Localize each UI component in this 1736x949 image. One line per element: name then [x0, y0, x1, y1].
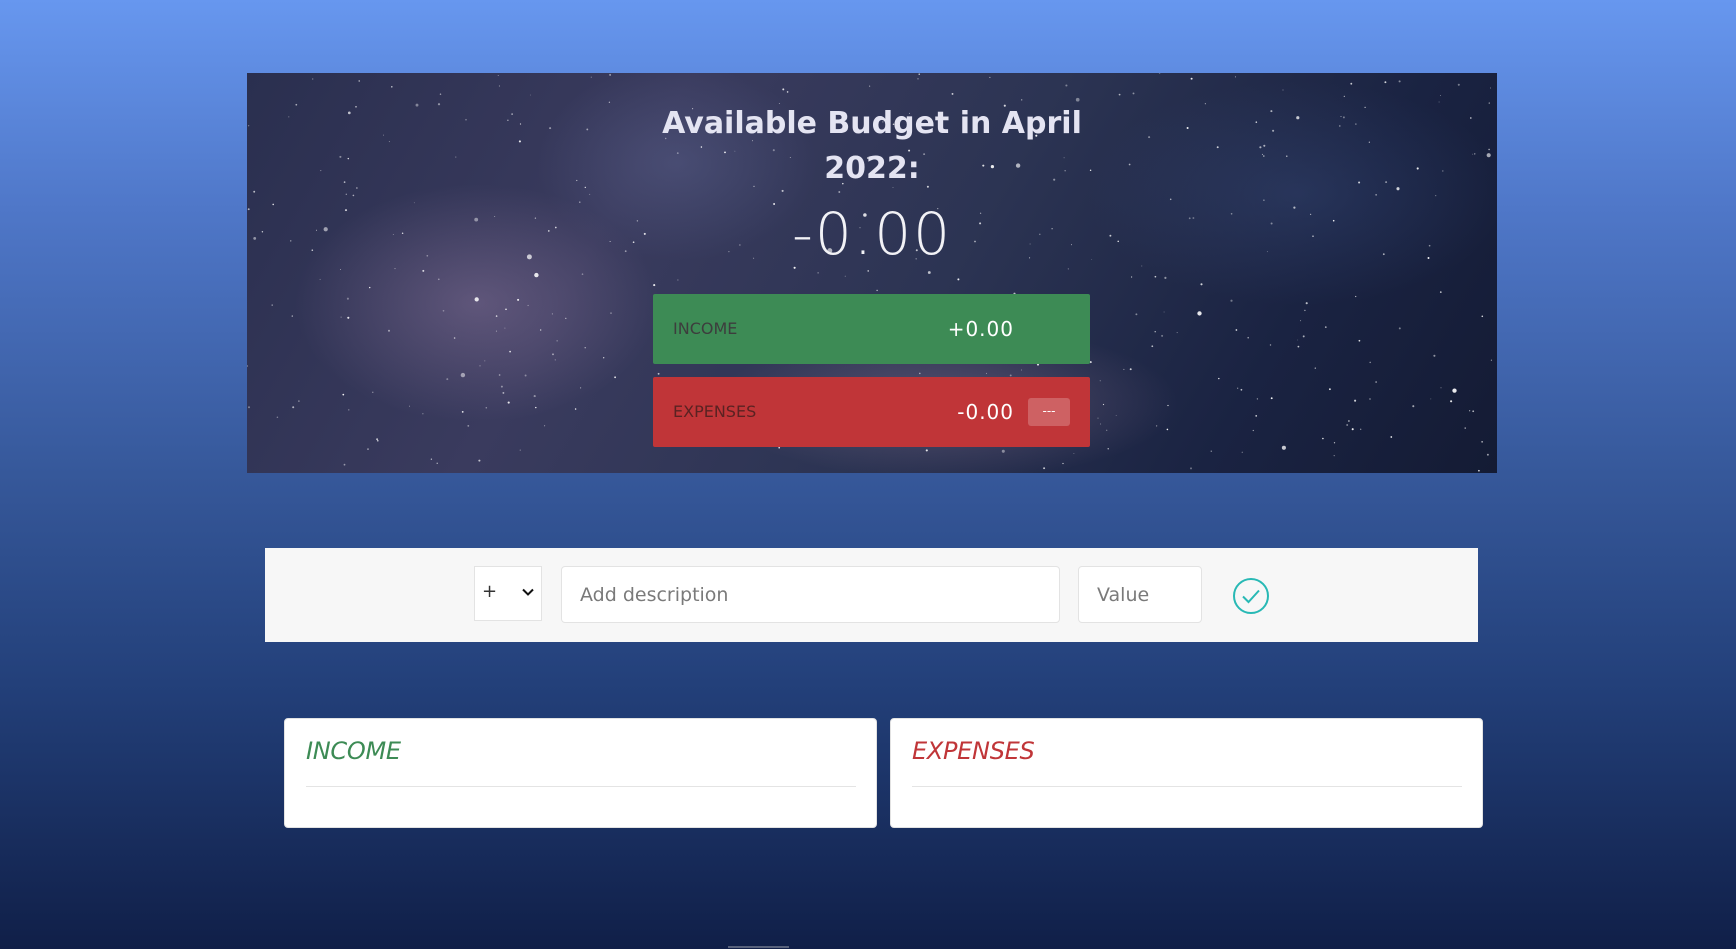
income-summary-label: INCOME: [673, 319, 738, 338]
add-item-button[interactable]: [1232, 577, 1270, 615]
scroll-handle[interactable]: [728, 946, 789, 948]
type-select[interactable]: +: [474, 566, 542, 621]
add-item-bar: +: [265, 548, 1478, 642]
budget-title: Available Budget in April 2022:: [662, 106, 1082, 186]
expenses-summary: EXPENSES -0.00 ---: [653, 377, 1090, 447]
income-summary: INCOME +0.00: [653, 294, 1090, 364]
value-input[interactable]: [1078, 566, 1202, 623]
chevron-down-icon: [522, 588, 534, 596]
expenses-list-title: EXPENSES: [912, 737, 1035, 765]
expenses-percentage-badge: ---: [1028, 398, 1070, 426]
description-input[interactable]: [561, 566, 1060, 623]
type-selected-value: +: [482, 581, 498, 602]
income-list-title: INCOME: [306, 737, 401, 765]
expenses-summary-value: -0.00: [957, 400, 1014, 424]
income-summary-value: +0.00: [947, 317, 1014, 341]
expenses-summary-label: EXPENSES: [673, 402, 757, 421]
check-circle-icon: [1233, 578, 1269, 614]
income-list-divider: [306, 786, 856, 787]
budget-header: Available Budget in April 2022: -0.00 IN…: [247, 73, 1497, 473]
budget-value: -0.00: [791, 200, 953, 268]
expenses-list: EXPENSES: [890, 718, 1483, 828]
expenses-list-divider: [912, 786, 1462, 787]
income-list: INCOME: [284, 718, 877, 828]
